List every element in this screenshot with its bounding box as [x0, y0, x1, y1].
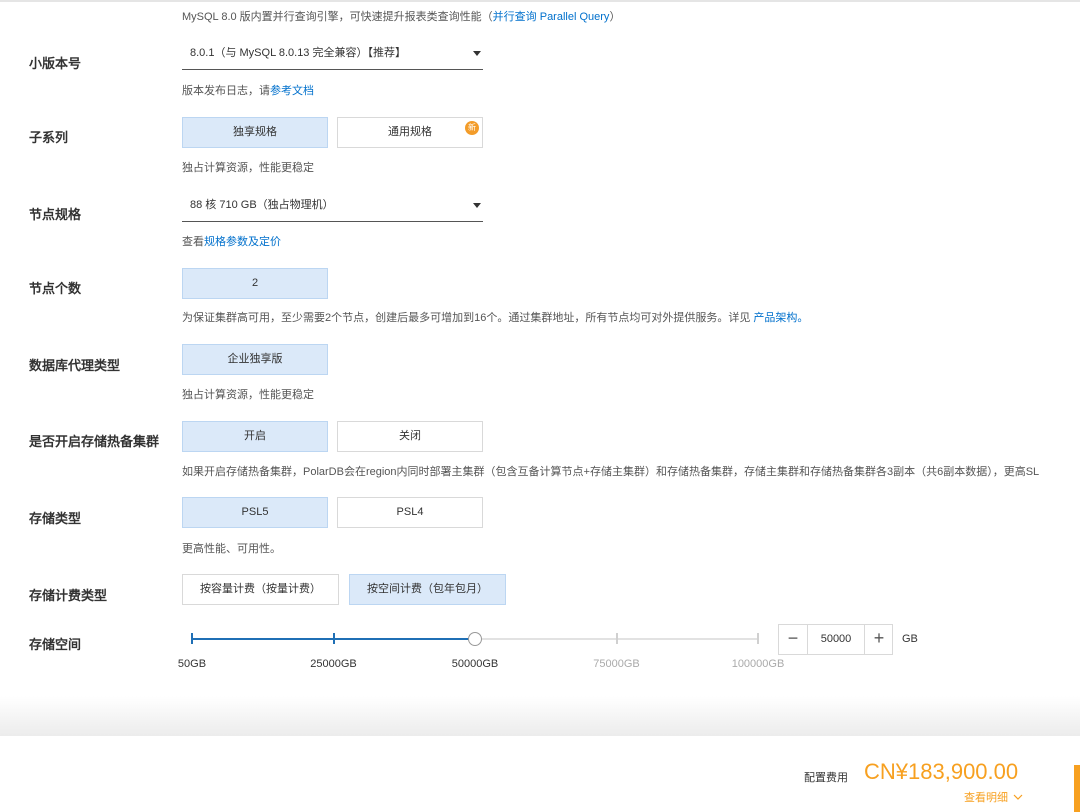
cost-label: 配置费用	[804, 772, 848, 784]
node-spec-label: 节点规格	[29, 207, 82, 222]
parallel-query-suffix: ）	[609, 11, 621, 23]
sub-series-label: 子系列	[29, 130, 69, 145]
slider-tick	[615, 633, 618, 644]
storage-stepper: − 50000 +	[778, 624, 893, 655]
parallel-query-text: MySQL 8.0 版内置并行查询引擎，可快速提升报表类查询性能（	[182, 11, 493, 23]
storage-billing-label: 存储计费类型	[29, 588, 108, 603]
node-spec-desc: 查看规格参数及定价	[182, 233, 281, 249]
slider-tick	[332, 633, 335, 644]
storage-billing-option-pay-as-you-go[interactable]: 按容量计费（按量计费）	[182, 574, 339, 605]
chevron-down-icon	[473, 51, 481, 56]
storage-billing-option-subscription[interactable]: 按空间计费（包年包月）	[349, 574, 506, 605]
node-count-label: 节点个数	[29, 281, 82, 296]
node-spec-value: 88 核 710 GB（独占物理机）	[190, 199, 334, 211]
storage-space-label: 存储空间	[29, 637, 82, 652]
minor-version-select[interactable]: 8.0.1（与 MySQL 8.0.13 完全兼容）【推荐】	[182, 44, 483, 70]
footer-divider	[0, 696, 1080, 736]
minor-version-desc-text: 版本发布日志，请	[182, 85, 270, 97]
product-architecture-link[interactable]: 产品架构。	[753, 312, 808, 324]
storage-type-option-psl5[interactable]: PSL5	[182, 497, 328, 528]
minor-version-desc: 版本发布日志，请参考文档	[182, 82, 314, 98]
cost-value: CN¥183,900.00	[864, 759, 1019, 784]
storage-value-input[interactable]: 50000	[807, 625, 865, 654]
chevron-down-icon	[473, 203, 481, 208]
hot-standby-option-off[interactable]: 关闭	[337, 421, 483, 452]
decrement-button[interactable]: −	[779, 625, 807, 654]
proxy-type-option-enterprise[interactable]: 企业独享版	[182, 344, 328, 375]
storage-type-label: 存储类型	[29, 511, 82, 526]
sub-series-option-general[interactable]: 通用规格 新	[337, 117, 483, 148]
increment-button[interactable]: +	[865, 625, 893, 654]
reference-doc-link[interactable]: 参考文档	[270, 85, 314, 97]
slider-tick-label: 100000GB	[731, 658, 785, 670]
proxy-type-label: 数据库代理类型	[29, 358, 121, 373]
node-count-desc: 为保证集群高可用，至少需要2个节点，创建后最多可增加到16个。通过集群地址，所有…	[182, 309, 808, 325]
storage-unit: GB	[902, 633, 918, 645]
hot-standby-option-on[interactable]: 开启	[182, 421, 328, 452]
slider-tick-label: 25000GB	[310, 658, 357, 670]
hot-standby-label: 是否开启存储热备集群	[29, 434, 160, 449]
sub-series-option-general-label: 通用规格	[388, 126, 432, 138]
sub-series-desc: 独占计算资源，性能更稳定	[182, 162, 314, 174]
node-count-field[interactable]: 2	[182, 268, 328, 299]
slider-tick	[191, 633, 193, 644]
proxy-type-desc: 独占计算资源，性能更稳定	[182, 389, 314, 401]
spec-pricing-link[interactable]: 规格参数及定价	[204, 236, 281, 248]
node-count-desc-text: 为保证集群高可用，至少需要2个节点，创建后最多可增加到16个。通过集群地址，所有…	[182, 312, 751, 324]
slider-tick	[757, 633, 759, 644]
new-badge: 新	[465, 121, 479, 135]
view-details-link[interactable]: 查看明细	[964, 789, 1023, 805]
minor-version-label: 小版本号	[29, 56, 82, 71]
top-divider	[0, 0, 1080, 2]
node-spec-select[interactable]: 88 核 710 GB（独占物理机）	[182, 196, 483, 222]
parallel-query-note: MySQL 8.0 版内置并行查询引擎，可快速提升报表类查询性能（并行查询 Pa…	[182, 8, 620, 24]
slider-tick-label: 50000GB	[451, 658, 499, 670]
chevron-down-icon	[1013, 794, 1023, 800]
slider-tick-label: 75000GB	[593, 658, 640, 670]
slider-tick-label: 50GB	[177, 658, 207, 670]
hot-standby-desc: 如果开启存储热备集群，PolarDB会在region内同时部署主集群（包含互备计…	[182, 466, 1040, 478]
minor-version-value: 8.0.1（与 MySQL 8.0.13 完全兼容）【推荐】	[190, 47, 406, 59]
node-spec-desc-text: 查看	[182, 236, 204, 248]
view-details-label: 查看明细	[964, 792, 1008, 804]
storage-slider-handle[interactable]	[468, 632, 482, 646]
parallel-query-link[interactable]: 并行查询 Parallel Query	[493, 11, 610, 23]
storage-type-desc: 更高性能、可用性。	[182, 543, 281, 555]
sub-series-option-dedicated[interactable]: 独享规格	[182, 117, 328, 148]
storage-type-option-psl4[interactable]: PSL4	[337, 497, 483, 528]
buy-button[interactable]	[1074, 765, 1080, 812]
